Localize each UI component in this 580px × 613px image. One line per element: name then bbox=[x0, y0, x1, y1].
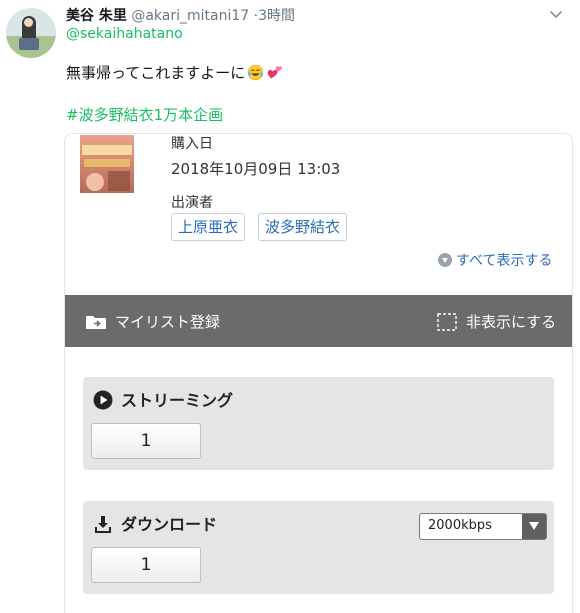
download-title: ダウンロード bbox=[93, 511, 217, 535]
hide-button[interactable]: 非表示にする bbox=[436, 311, 556, 332]
select-arrow bbox=[522, 514, 546, 539]
streaming-section: ストリーミング 1 bbox=[83, 377, 554, 470]
user-handle[interactable]: @akari_mitani17 bbox=[131, 8, 249, 24]
reply-to-link[interactable]: @sekaihahatano bbox=[66, 26, 183, 42]
purchase-date-value: 2018年10月09日 13:03 bbox=[171, 160, 341, 178]
tweet-text: 無事帰ってこれますよーに bbox=[66, 62, 283, 83]
folder-add-icon bbox=[86, 316, 106, 329]
tweet-header: 美谷 朱里 @akari_mitani17 ·3時間 bbox=[66, 5, 295, 25]
show-all-link[interactable]: すべて表示する bbox=[438, 250, 552, 270]
triangle-down-circle-icon bbox=[438, 253, 452, 267]
quality-select[interactable]: 2000kbps bbox=[419, 513, 547, 540]
quality-select-value: 2000kbps bbox=[428, 518, 492, 533]
avatar[interactable] bbox=[6, 8, 56, 58]
purchase-date-label: 購入日 bbox=[171, 136, 213, 152]
download-title-text: ダウンロード bbox=[121, 515, 218, 534]
timestamp[interactable]: 3時間 bbox=[258, 8, 295, 24]
show-all-label: すべて表示する bbox=[456, 253, 553, 269]
triangle-down-icon bbox=[529, 522, 539, 530]
two-hearts-emoji-icon bbox=[267, 66, 283, 79]
tears-of-joy-emoji-icon bbox=[248, 64, 264, 81]
download-section: ダウンロード 2000kbps 1 bbox=[83, 501, 554, 594]
streaming-title-text: ストリーミング bbox=[121, 391, 234, 410]
cast-tag[interactable]: 波多野結衣 bbox=[258, 213, 348, 241]
play-circle-icon bbox=[93, 390, 113, 410]
cast-tag[interactable]: 上原亜衣 bbox=[171, 213, 246, 241]
tweet-text-body: 無事帰ってこれますよーに bbox=[66, 64, 246, 82]
dashed-square-icon bbox=[437, 313, 457, 331]
reply-mention: @sekaihahatano bbox=[66, 26, 183, 42]
hashtag-link[interactable]: #波多野結衣1万本企画 bbox=[66, 104, 223, 125]
streaming-button[interactable]: 1 bbox=[91, 423, 201, 459]
video-thumbnail[interactable] bbox=[80, 135, 134, 193]
download-icon bbox=[95, 516, 111, 533]
display-name[interactable]: 美谷 朱里 bbox=[66, 8, 127, 24]
download-button[interactable]: 1 bbox=[91, 547, 201, 583]
cast-label: 出演者 bbox=[171, 195, 213, 211]
streaming-title: ストリーミング bbox=[93, 387, 233, 411]
hide-label: 非表示にする bbox=[466, 313, 557, 331]
mylist-add-button[interactable]: マイリスト登録 bbox=[85, 311, 220, 332]
embedded-card: 購入日 2018年10月09日 13:03 出演者 上原亜衣 波多野結衣 すべて… bbox=[64, 133, 573, 613]
chevron-down-icon[interactable] bbox=[549, 8, 563, 22]
action-bar: マイリスト登録 非表示にする bbox=[65, 295, 572, 347]
mylist-add-label: マイリスト登録 bbox=[115, 313, 221, 331]
